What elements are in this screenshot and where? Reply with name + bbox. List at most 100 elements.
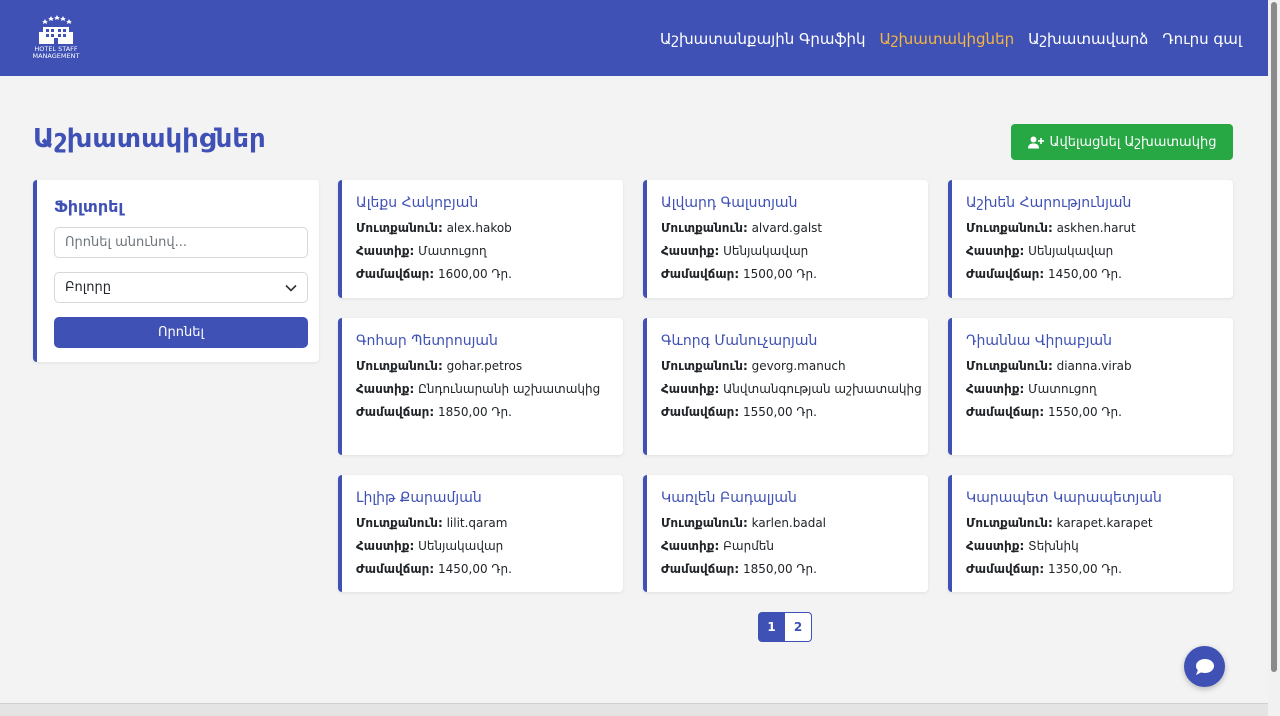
hotel-building-icon — [39, 15, 73, 44]
employee-position-value: Մատուցող — [1028, 382, 1097, 396]
employee-card[interactable]: Գևորգ Մանուչարյան Մուտքանուն: gevorg.manu… — [643, 318, 928, 455]
employee-rate-label: Ժամավճար: — [356, 405, 435, 419]
employee-username-value: lilit.qaram — [446, 516, 508, 530]
employee-rate-label: Ժամավճար: — [966, 405, 1045, 419]
add-employee-button[interactable]: Ավելացնել Աշխատակից — [1011, 124, 1233, 160]
employee-rate-label: Ժամավճար: — [356, 562, 435, 576]
employee-rate-row: Ժամավճար: 1450,00 Դր. — [356, 559, 618, 579]
search-name-input[interactable] — [54, 227, 308, 258]
employee-details: Մուտքանուն: lilit.qaram Հաստիք: Սենյակավա… — [356, 513, 618, 582]
employee-position-value: Անվտանգության աշխատակից — [723, 382, 922, 396]
employee-username-label: Մուտքանուն: — [661, 221, 748, 235]
employee-position-row: Հաստիք: Մատուցող — [966, 379, 1228, 399]
employee-position-row: Հաստիք: Սենյակավար — [661, 241, 923, 261]
employee-rate-row: Ժամավճար: 1550,00 Դր. — [966, 402, 1228, 422]
employee-position-label: Հաստիք: — [356, 244, 415, 258]
employee-card[interactable]: Կառլեն Բադալյան Մուտքանուն: karlen.badal Հ… — [643, 475, 928, 592]
employee-rate-value: 1500,00 Դր. — [742, 267, 817, 281]
employee-name[interactable]: Գոհար Պետրոսյան — [356, 333, 498, 349]
nav-link-logout[interactable]: Դուրս գալ — [1162, 30, 1242, 48]
employee-name[interactable]: Գևորգ Մանուչարյան — [661, 333, 817, 349]
employee-card[interactable]: Ալվարդ Գալստյան Մուտքանուն: alvard.galst Հ… — [643, 180, 928, 298]
employee-username-value: karapet.karapet — [1056, 516, 1153, 530]
employee-position-value: Սենյակավար — [1028, 244, 1114, 258]
vertical-scrollbar[interactable] — [1268, 0, 1280, 716]
employee-position-row: Հաստիք: Սենյակավար — [356, 536, 618, 556]
employee-name[interactable]: Կարապետ Կարապետյան — [966, 490, 1162, 506]
search-button[interactable]: Որոնել — [54, 317, 308, 348]
employee-details: Մուտքանուն: alex.hakob Հաստիք: Մատուցող Ժա… — [356, 218, 618, 287]
employee-position-row: Հաստիք: Բարմեն — [661, 536, 923, 556]
employee-position-value: Տեխնիկ — [1028, 539, 1079, 553]
nav-link-employees[interactable]: Աշխատակիցներ — [880, 30, 1015, 48]
employee-position-label: Հաստիք: — [661, 539, 720, 553]
employee-rate-label: Ժամավճար: — [661, 405, 740, 419]
employee-card[interactable]: Կարապետ Կարապետյան Մուտքանուն: karapet.ka… — [948, 475, 1233, 592]
employee-name[interactable]: Աշխեն Հարությունյան — [966, 195, 1131, 211]
horizontal-scrollbar[interactable] — [0, 703, 1268, 716]
employee-position-label: Հաստիք: — [966, 244, 1025, 258]
employee-name[interactable]: Դիաննա Վիրաբյան — [966, 333, 1112, 349]
employee-details: Մուտքանուն: karlen.badal Հաստիք: Բարմեն Ժա… — [661, 513, 923, 582]
employee-details: Մուտքանուն: askhen.harut Հաստիք: Սենյակավ… — [966, 218, 1228, 287]
employee-rate-row: Ժամավճար: 1500,00 Դր. — [661, 264, 923, 284]
employee-rate-value: 1350,00 Դր. — [1047, 562, 1122, 576]
employee-name[interactable]: Լիլիթ Քարամյան — [356, 490, 482, 506]
pagination: 1 2 — [758, 612, 812, 642]
employee-username-row: Մուտքանուն: karapet.karapet — [966, 513, 1228, 533]
employee-username-row: Մուտքանուն: alvard.galst — [661, 218, 923, 238]
employee-username-row: Մուտքանուն: gevorg.manuch — [661, 356, 923, 376]
employee-username-value: askhen.harut — [1056, 221, 1136, 235]
employee-details: Մուտքանուն: gevorg.manuch Հաստիք: Անվտանգ… — [661, 356, 923, 425]
employee-rate-row: Ժամավճար: 1550,00 Դր. — [661, 402, 923, 422]
employee-card[interactable]: Ալեքս Հակոբյան Մուտքանուն: alex.hakob Հաստ… — [338, 180, 623, 298]
top-navbar: HOTEL STAFF MANAGEMENT Աշխատանքային Գրաֆ… — [0, 0, 1268, 76]
page-button-2[interactable]: 2 — [785, 612, 812, 642]
employee-position-row: Հաստիք: Անվտանգության աշխատակից — [661, 379, 923, 399]
nav-link-schedule[interactable]: Աշխատանքային Գրաֆիկ — [660, 30, 866, 48]
employee-username-label: Մուտքանուն: — [966, 516, 1053, 530]
employee-card[interactable]: Աշխեն Հարությունյան Մուտքանուն: askhen.ha… — [948, 180, 1233, 298]
employee-position-row: Հաստիք: Սենյակավար — [966, 241, 1228, 261]
employee-rate-label: Ժամավճար: — [661, 267, 740, 281]
hotel-logo[interactable]: HOTEL STAFF MANAGEMENT — [30, 15, 82, 63]
employee-name[interactable]: Կառլեն Բադալյան — [661, 490, 797, 506]
chat-button[interactable] — [1184, 646, 1225, 687]
user-plus-icon — [1027, 136, 1044, 148]
employee-name[interactable]: Ալվարդ Գալստյան — [661, 195, 797, 211]
employee-card[interactable]: Գոհար Պետրոսյան Մուտքանուն: gohar.petros Հ… — [338, 318, 623, 455]
employee-position-label: Հաստիք: — [356, 539, 415, 553]
role-select[interactable]: Բոլորը — [54, 272, 308, 303]
employee-username-row: Մուտքանուն: alex.hakob — [356, 218, 618, 238]
employee-rate-label: Ժամավճար: — [661, 562, 740, 576]
employee-username-value: gohar.petros — [446, 359, 523, 373]
employee-rate-value: 1850,00 Դր. — [742, 562, 817, 576]
employee-rate-value: 1850,00 Դր. — [437, 405, 512, 419]
logo-text-line2: MANAGEMENT — [32, 52, 80, 60]
employee-rate-value: 1450,00 Դր. — [1047, 267, 1122, 281]
employee-username-label: Մուտքանուն: — [966, 359, 1053, 373]
employee-rate-row: Ժամավճար: 1850,00 Դր. — [356, 402, 618, 422]
employee-card[interactable]: Դիաննա Վիրաբյան Մուտքանուն: dianna.virab Հ… — [948, 318, 1233, 455]
scrollbar-thumb[interactable] — [1271, 2, 1277, 672]
employee-rate-value: 1600,00 Դր. — [437, 267, 512, 281]
nav-link-salary[interactable]: Աշխատավարձ — [1028, 30, 1148, 48]
employee-position-value: Սենյակավար — [723, 244, 809, 258]
chat-bubble-icon — [1195, 658, 1214, 675]
employee-username-label: Մուտքանուն: — [356, 359, 443, 373]
employee-position-row: Հաստիք: Մատուցող — [356, 241, 618, 261]
employee-username-value: karlen.badal — [751, 516, 827, 530]
logo-text: HOTEL STAFF MANAGEMENT — [30, 46, 82, 60]
employee-rate-row: Ժամավճար: 1600,00 Դր. — [356, 264, 618, 284]
employee-card[interactable]: Լիլիթ Քարամյան Մուտքանուն: lilit.qaram Հաս… — [338, 475, 623, 592]
employee-username-row: Մուտքանուն: karlen.badal — [661, 513, 923, 533]
employee-rate-row: Ժամավճար: 1350,00 Դր. — [966, 559, 1228, 579]
employee-rate-value: 1450,00 Դր. — [437, 562, 512, 576]
page-button-1[interactable]: 1 — [758, 612, 785, 642]
employee-position-value: Ընդունարանի աշխատակից — [418, 382, 601, 396]
employee-username-row: Մուտքանուն: lilit.qaram — [356, 513, 618, 533]
employee-details: Մուտքանուն: karapet.karapet Հաստիք: Տեխնի… — [966, 513, 1228, 582]
filter-panel: Ֆիլտրել Բոլորը Որոնել — [33, 180, 319, 362]
employee-name[interactable]: Ալեքս Հակոբյան — [356, 195, 478, 211]
employee-username-value: alex.hakob — [446, 221, 512, 235]
